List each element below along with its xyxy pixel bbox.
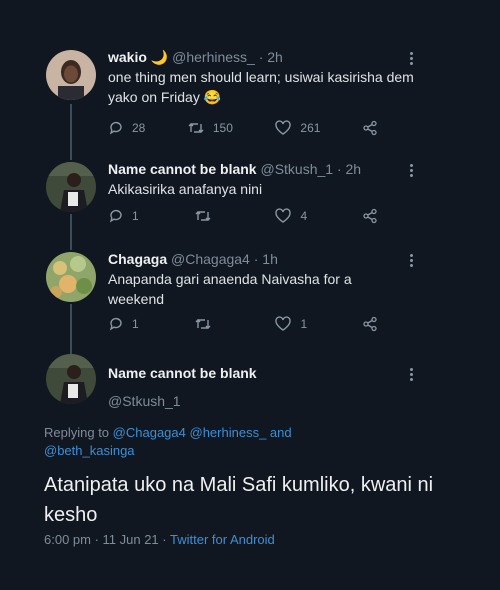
display-name[interactable]: Chagaga: [108, 251, 167, 267]
more-options-icon[interactable]: [408, 254, 414, 267]
reply-icon: [109, 317, 122, 331]
like-button[interactable]: 4: [274, 208, 307, 224]
tweet-meta: 6:00 pm · 11 Jun 21 · Twitter for Androi…: [44, 532, 275, 547]
avatar[interactable]: [46, 162, 96, 212]
reply-icon: [109, 121, 122, 135]
retweet-button[interactable]: [194, 208, 220, 224]
like-count: 1: [300, 317, 308, 331]
thread-connector: [70, 104, 72, 160]
tweet-header: Name cannot be blank @Stkush_1 · 2h: [108, 160, 430, 178]
tweet-thread-view: wakio 🌙 @herhiness_ · 2h one thing men s…: [0, 0, 500, 590]
tweet-text: one thing men should learn; usiwai kasir…: [108, 69, 414, 105]
retweet-icon: [195, 211, 211, 221]
tweet-header: wakio 🌙 @herhiness_ · 2h: [108, 48, 430, 66]
mention-link[interactable]: @Chagaga4: [113, 425, 186, 440]
more-options-icon[interactable]: [408, 164, 414, 177]
display-name[interactable]: Name cannot be blank: [108, 161, 257, 177]
retweet-button[interactable]: [194, 316, 220, 332]
retweet-icon: [188, 123, 204, 133]
thread-connector: [70, 304, 72, 354]
retweet-icon: [195, 319, 211, 329]
share-button[interactable]: [362, 120, 378, 136]
mention-link[interactable]: @beth_kasinga: [44, 443, 135, 458]
like-count: 4: [300, 209, 308, 223]
heart-icon: [275, 316, 292, 331]
user-handle[interactable]: @Stkush_1: [108, 392, 430, 410]
retweet-button[interactable]: 150: [187, 120, 233, 136]
tweet-time[interactable]: · 1h: [254, 251, 278, 267]
display-name[interactable]: wakio: [108, 49, 147, 65]
share-button[interactable]: [362, 208, 378, 224]
heart-icon: [275, 120, 292, 135]
tweet-time[interactable]: · 2h: [337, 161, 361, 177]
share-button[interactable]: [362, 316, 378, 332]
name-emoji: 🌙: [150, 49, 169, 65]
share-icon: [363, 316, 377, 332]
display-name[interactable]: Name cannot be blank: [108, 364, 430, 382]
reply-count: 1: [132, 209, 139, 223]
user-handle[interactable]: @herhiness_: [172, 49, 255, 65]
share-icon: [363, 120, 377, 136]
reply-button[interactable]: 28: [108, 120, 145, 136]
avatar[interactable]: [46, 50, 96, 100]
tweet-text: Anapanda gari anaenda Naivasha for a wee…: [108, 271, 352, 307]
reply-button[interactable]: 1: [108, 316, 139, 332]
tweet-actions: 28 150 261: [108, 120, 378, 136]
more-options-icon[interactable]: [408, 368, 414, 381]
mention-link[interactable]: @herhiness_: [190, 425, 267, 440]
user-handle[interactable]: @Chagaga4: [171, 251, 250, 267]
reply-count: 1: [132, 317, 139, 331]
tweet-timestamp[interactable]: 6:00 pm · 11 Jun 21 ·: [44, 532, 167, 547]
user-handle[interactable]: @Stkush_1: [260, 161, 333, 177]
like-count: 261: [300, 121, 321, 135]
tweet-source[interactable]: Twitter for Android: [170, 532, 275, 547]
and-link[interactable]: and: [270, 425, 292, 440]
reply-icon: [109, 209, 122, 223]
tweet-actions: 1 1: [108, 316, 378, 332]
tweet-header: Chagaga @Chagaga4 · 1h: [108, 250, 430, 268]
avatar[interactable]: [46, 252, 96, 302]
more-options-icon[interactable]: [408, 52, 414, 65]
reply-count: 28: [132, 121, 146, 135]
thread-connector: [70, 214, 72, 250]
retweet-count: 150: [212, 121, 233, 135]
heart-icon: [275, 208, 292, 223]
avatar[interactable]: [46, 354, 96, 404]
replying-to: Replying to @Chagaga4 @herhiness_ and @b…: [44, 425, 292, 458]
like-button[interactable]: 1: [274, 316, 307, 332]
share-icon: [363, 208, 377, 224]
tweet-text: Akikasirika anafanya nini: [108, 181, 263, 197]
main-tweet-text: Atanipata uko na Mali Safi kumliko, kwan…: [44, 474, 434, 526]
like-button[interactable]: 261: [274, 120, 320, 136]
tweet-actions: 1 4: [108, 208, 378, 224]
reply-button[interactable]: 1: [108, 208, 139, 224]
tweet-time[interactable]: · 2h: [259, 49, 283, 65]
